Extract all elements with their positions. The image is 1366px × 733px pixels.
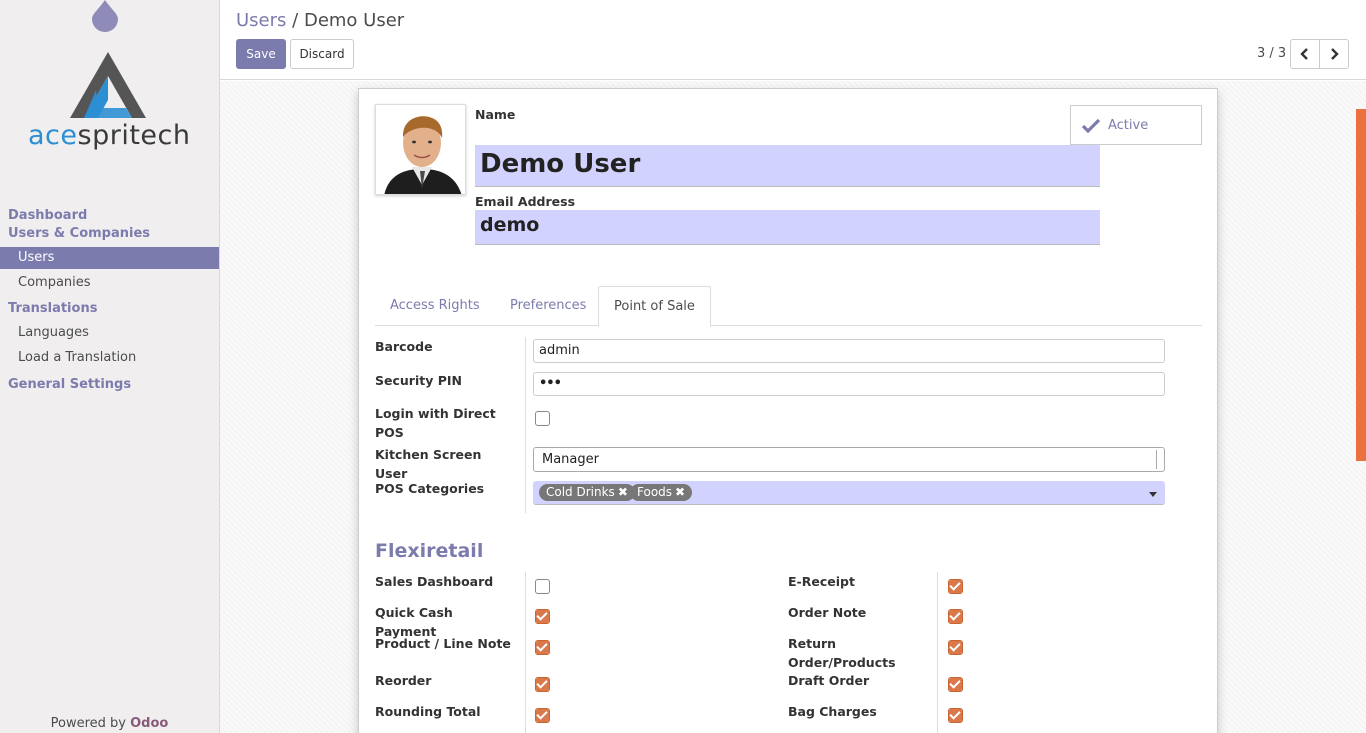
tag-cold-drinks[interactable]: Cold Drinks ✖ [539, 484, 635, 501]
remove-tag-icon[interactable]: ✖ [618, 485, 628, 499]
bag-charges-label: Bag Charges [788, 704, 877, 719]
rounding-total-checkbox[interactable] [535, 708, 550, 723]
check-icon [1081, 118, 1101, 134]
field-divider [937, 572, 938, 733]
menu-head-general-settings[interactable]: General Settings [0, 376, 219, 394]
form-sheet: Name Demo User Email Address demo Active… [358, 88, 1218, 733]
scrollbar[interactable] [1356, 109, 1366, 461]
email-label: Email Address [475, 194, 576, 209]
pager-value[interactable]: 3 / 3 [1257, 46, 1286, 61]
order-note-checkbox[interactable] [948, 609, 963, 624]
pager-next-button[interactable] [1319, 39, 1349, 69]
reorder-label: Reorder [375, 673, 432, 688]
user-avatar[interactable] [375, 104, 466, 195]
powered-by: Powered by Odoo [0, 716, 219, 731]
logo-text-ace: ace [28, 120, 78, 151]
menu-head-dashboard[interactable]: Dashboard [0, 207, 219, 225]
bag-charges-checkbox[interactable] [948, 708, 963, 723]
draft-order-checkbox[interactable] [948, 677, 963, 692]
kitchen-screen-user-label: Kitchen Screen User [375, 447, 482, 481]
control-panel: Users / Demo User Save Discard 3 / 3 [220, 0, 1366, 80]
rounding-total-label: Rounding Total [375, 704, 481, 719]
tab-preferences[interactable]: Preferences [495, 286, 601, 326]
field-divider [525, 572, 526, 733]
kitchen-screen-user-select[interactable]: Manager [533, 447, 1165, 472]
email-input[interactable]: demo [475, 210, 1100, 245]
kitchen-screen-user-value: Manager [542, 452, 599, 467]
odoo-link[interactable]: Odoo [130, 716, 168, 731]
chevron-right-icon [1331, 48, 1339, 60]
draft-order-label: Draft Order [788, 673, 870, 688]
active-toggle-button[interactable]: Active [1070, 105, 1202, 145]
discard-button[interactable]: Discard [290, 39, 354, 69]
form-view: Name Demo User Email Address demo Active… [220, 81, 1366, 733]
reorder-checkbox[interactable] [535, 677, 550, 692]
notebook-tabs: Access Rights Preferences Point of Sale [375, 286, 1202, 327]
e-receipt-label: E-Receipt [788, 574, 855, 589]
chevron-left-icon [1300, 48, 1308, 60]
name-label: Name [475, 107, 516, 122]
pager-previous-button[interactable] [1290, 39, 1320, 69]
breadcrumb-users-link[interactable]: Users [236, 10, 286, 31]
barcode-input[interactable]: admin [533, 339, 1165, 363]
barcode-label: Barcode [375, 339, 433, 354]
sidebar-item-load-translation[interactable]: Load a Translation [0, 347, 219, 369]
security-pin-input[interactable]: ••• [533, 372, 1165, 396]
tab-access-rights[interactable]: Access Rights [375, 286, 495, 326]
direct-pos-label: Login with Direct POS [375, 406, 496, 440]
return-order-products-label: Return Order/Products [788, 636, 896, 670]
remove-tag-icon[interactable]: ✖ [675, 485, 685, 499]
order-note-label: Order Note [788, 605, 867, 620]
logo-text-rest: spritech [77, 120, 191, 151]
field-divider [525, 337, 526, 513]
select-arrow-icon [1156, 450, 1162, 469]
sales-dashboard-label: Sales Dashboard [375, 574, 494, 589]
pos-categories-input[interactable]: Cold Drinks ✖ Foods ✖ [533, 481, 1165, 505]
sidebar-item-users[interactable]: Users [0, 247, 219, 269]
settings-menu: Dashboard Users & Companies Users Compan… [0, 207, 219, 394]
return-order-products-checkbox[interactable] [948, 640, 963, 655]
breadcrumb-separator: / [292, 10, 299, 31]
tab-point-of-sale[interactable]: Point of Sale [598, 286, 711, 327]
odoo-drop-icon [92, 0, 118, 32]
user-photo-icon [376, 105, 465, 194]
company-logo: acespritech [28, 50, 193, 160]
save-button[interactable]: Save [236, 39, 286, 69]
sales-dashboard-checkbox[interactable] [535, 579, 550, 594]
sidebar-item-companies[interactable]: Companies [0, 272, 219, 294]
breadcrumb-current: Demo User [303, 10, 405, 31]
active-label: Active [1108, 118, 1149, 133]
menu-head-translations[interactable]: Translations [0, 300, 219, 318]
e-receipt-checkbox[interactable] [948, 579, 963, 594]
powered-prefix: Powered by [50, 716, 126, 731]
logo-mark-icon [70, 52, 146, 118]
direct-pos-checkbox[interactable] [535, 411, 550, 426]
product-line-note-checkbox[interactable] [535, 640, 550, 655]
name-input[interactable]: Demo User [475, 145, 1100, 187]
menu-head-users-companies[interactable]: Users & Companies [0, 225, 219, 243]
security-pin-label: Security PIN [375, 373, 462, 388]
product-line-note-label: Product / Line Note [375, 636, 511, 651]
sidebar-item-languages[interactable]: Languages [0, 322, 219, 344]
pos-categories-label: POS Categories [375, 481, 485, 496]
tag-label: Foods [637, 485, 673, 499]
tag-foods[interactable]: Foods ✖ [630, 484, 693, 501]
sidebar: acespritech Dashboard Users & Companies … [0, 0, 220, 733]
breadcrumb: Users / Demo User [236, 10, 404, 31]
flexiretail-section-title: Flexiretail [375, 540, 484, 562]
quick-cash-payment-checkbox[interactable] [535, 609, 550, 624]
logo-text: acespritech [28, 120, 193, 151]
tag-label: Cold Drinks [546, 485, 615, 499]
caret-down-icon[interactable] [1149, 492, 1157, 497]
